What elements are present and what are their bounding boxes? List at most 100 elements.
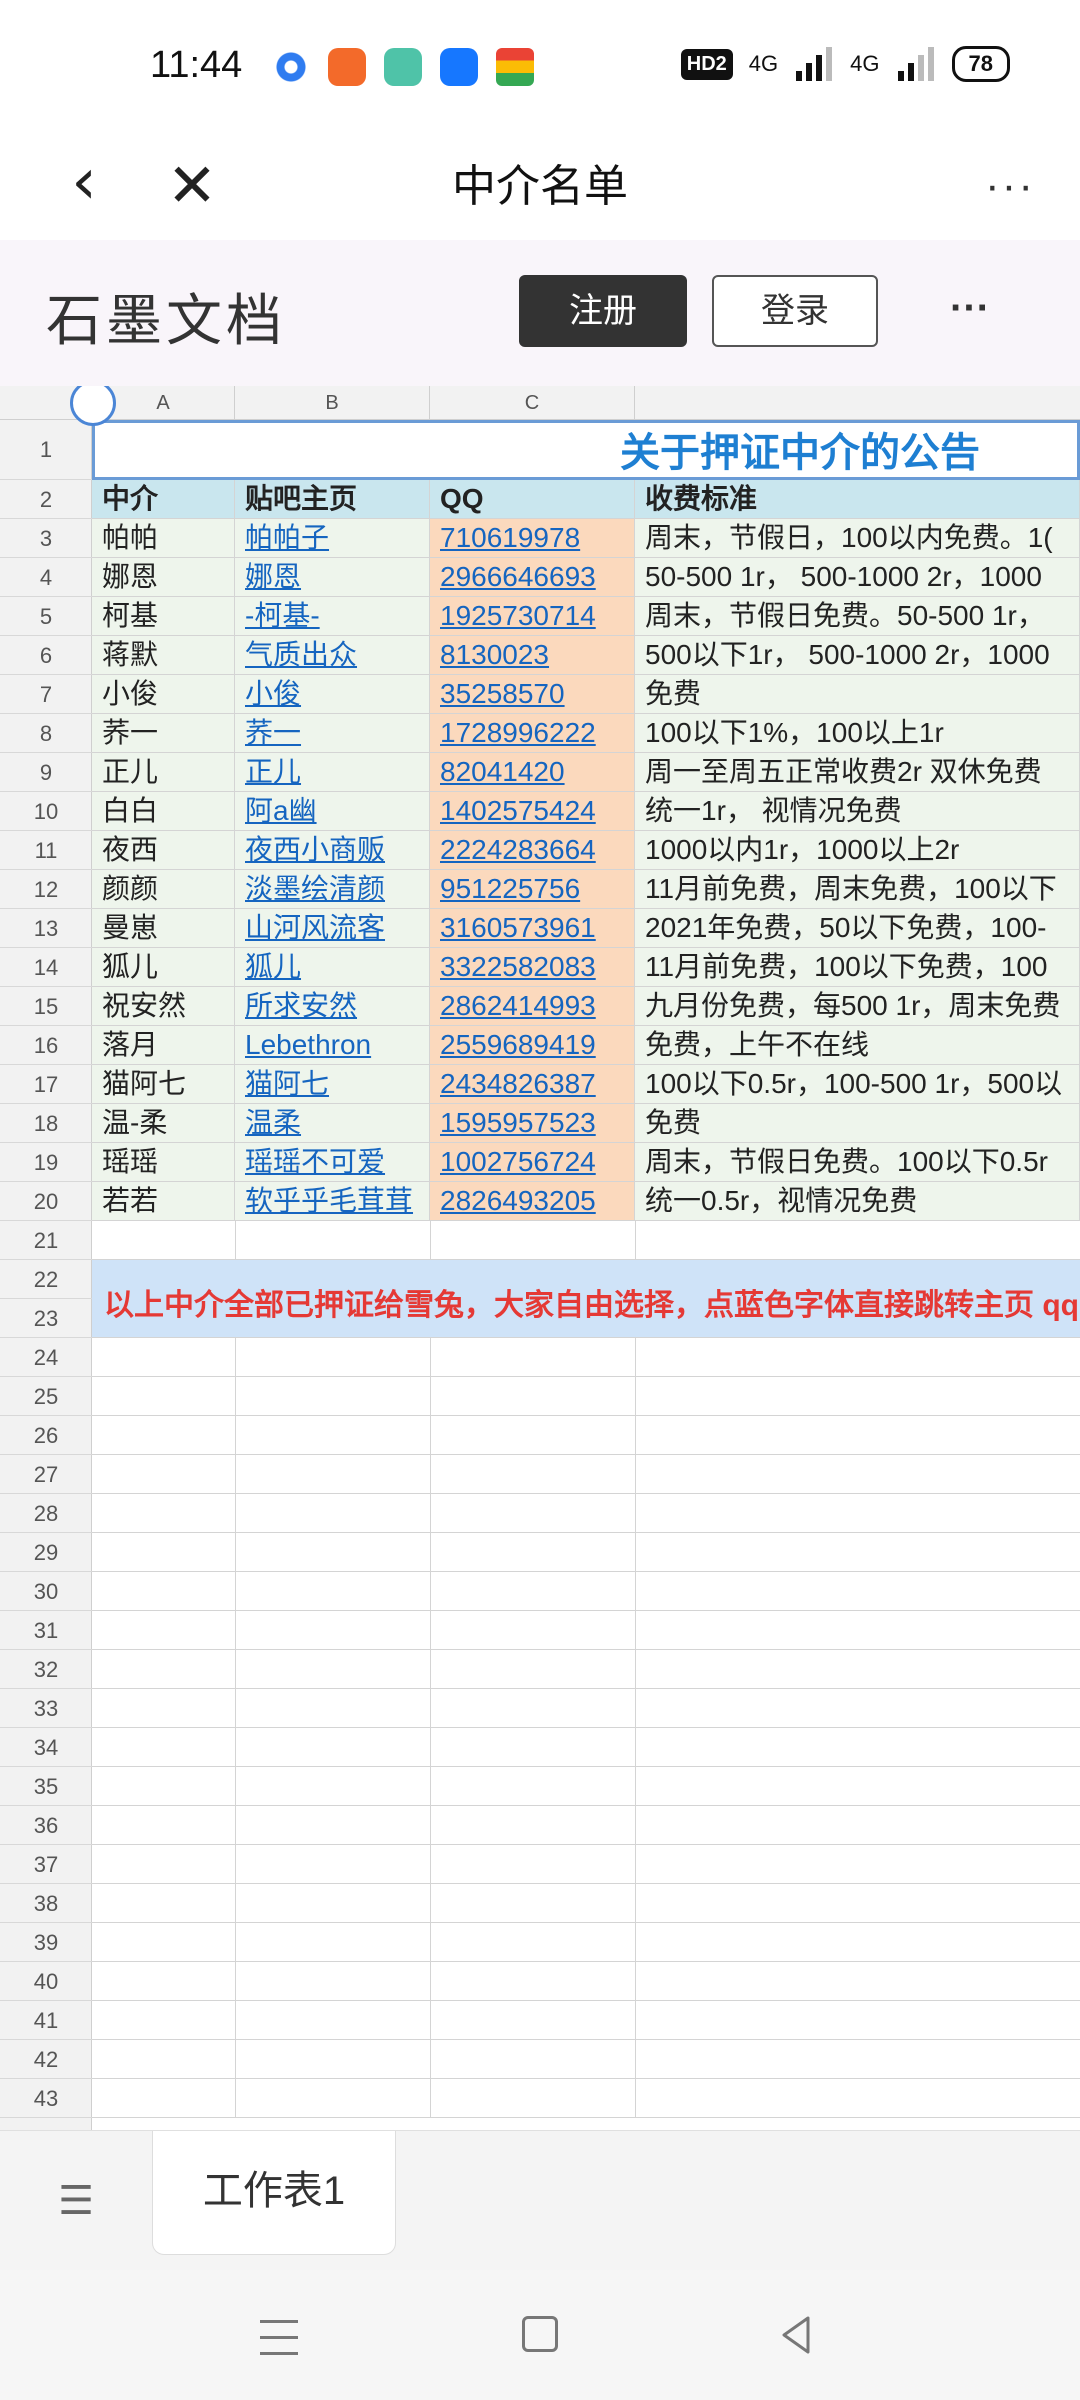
row-header[interactable]: 27 — [0, 1455, 92, 1494]
tieba-link[interactable]: 软乎乎毛茸茸 — [245, 1185, 413, 1216]
empty-row[interactable] — [92, 1650, 1080, 1689]
empty-row[interactable] — [92, 1338, 1080, 1377]
tieba-cell[interactable]: 猫阿七 — [235, 1065, 430, 1104]
tieba-link[interactable]: 瑶瑶不可爱 — [245, 1146, 385, 1177]
agent-name-cell[interactable]: 娜恩 — [92, 558, 235, 597]
qq-link[interactable]: 82041420 — [440, 756, 565, 787]
tieba-cell[interactable]: 荞一 — [235, 714, 430, 753]
tieba-link[interactable]: -柯基- — [245, 600, 320, 631]
qq-link[interactable]: 2826493205 — [440, 1185, 596, 1216]
tieba-cell[interactable]: 帕帕子 — [235, 519, 430, 558]
empty-row[interactable] — [92, 1806, 1080, 1845]
agent-name-cell[interactable]: 荞一 — [92, 714, 235, 753]
row-header[interactable]: 14 — [0, 948, 92, 987]
register-button[interactable]: 注册 — [519, 275, 687, 347]
qq-cell[interactable]: 1002756724 — [430, 1143, 635, 1182]
tieba-link[interactable]: 淡墨绘清颜 — [245, 873, 385, 904]
row-header[interactable]: 37 — [0, 1845, 92, 1884]
qq-link[interactable]: 951225756 — [440, 873, 580, 904]
row-header[interactable]: 30 — [0, 1572, 92, 1611]
qq-cell[interactable]: 1925730714 — [430, 597, 635, 636]
more-options-button[interactable]: ··· — [970, 146, 1050, 226]
agent-name-cell[interactable]: 夜西 — [92, 831, 235, 870]
fee-cell[interactable]: 2021年免费，50以下免费，100- — [635, 909, 1080, 948]
tieba-cell[interactable]: 娜恩 — [235, 558, 430, 597]
row-header[interactable]: 24 — [0, 1338, 92, 1377]
tieba-cell[interactable]: 正儿 — [235, 753, 430, 792]
row-header[interactable]: 7 — [0, 675, 92, 714]
qq-cell[interactable]: 2966646693 — [430, 558, 635, 597]
row-header[interactable]: 31 — [0, 1611, 92, 1650]
row-header[interactable]: 12 — [0, 870, 92, 909]
fee-cell[interactable]: 九月份免费，每500 1r，周末免费 — [635, 987, 1080, 1026]
qq-link[interactable]: 1925730714 — [440, 600, 596, 631]
row-header[interactable]: 35 — [0, 1767, 92, 1806]
empty-row[interactable] — [92, 1611, 1080, 1650]
tieba-cell[interactable]: 夜西小商贩 — [235, 831, 430, 870]
row-header[interactable]: 20 — [0, 1182, 92, 1221]
fee-cell[interactable]: 免费 — [635, 675, 1080, 714]
sheet-tab[interactable]: 工作表1 — [152, 2131, 396, 2255]
row-header[interactable]: 39 — [0, 1923, 92, 1962]
row-header[interactable]: 5 — [0, 597, 92, 636]
agent-name-cell[interactable]: 狐儿 — [92, 948, 235, 987]
fee-cell[interactable]: 11月前免费，100以下免费，100 — [635, 948, 1080, 987]
qq-cell[interactable]: 951225756 — [430, 870, 635, 909]
fee-cell[interactable]: 周末，节假日免费。100以下0.5r — [635, 1143, 1080, 1182]
agent-name-cell[interactable]: 正儿 — [92, 753, 235, 792]
row-header[interactable]: 23 — [0, 1299, 92, 1338]
qq-cell[interactable]: 8130023 — [430, 636, 635, 675]
empty-row[interactable] — [92, 1494, 1080, 1533]
qq-link[interactable]: 710619978 — [440, 522, 580, 553]
qq-link[interactable]: 2559689419 — [440, 1029, 596, 1060]
empty-row[interactable] — [92, 1455, 1080, 1494]
header-cell[interactable]: QQ — [430, 480, 635, 519]
row-header[interactable]: 28 — [0, 1494, 92, 1533]
empty-row[interactable] — [92, 1962, 1080, 2001]
spreadsheet[interactable]: A B C 1 2 3 4 5 6 7 8 9 10 11 12 13 14 15 16 17 18 19 20 21 2… — [0, 386, 1080, 2130]
qq-link[interactable]: 1002756724 — [440, 1146, 596, 1177]
qq-link[interactable]: 1728996222 — [440, 717, 596, 748]
agent-name-cell[interactable]: 帕帕 — [92, 519, 235, 558]
row-header[interactable]: 34 — [0, 1728, 92, 1767]
tieba-link[interactable]: 正儿 — [245, 756, 301, 787]
row-header[interactable]: 19 — [0, 1143, 92, 1182]
agent-name-cell[interactable]: 颜颜 — [92, 870, 235, 909]
agent-name-cell[interactable]: 祝安然 — [92, 987, 235, 1026]
empty-row[interactable] — [92, 1767, 1080, 1806]
qq-link[interactable]: 2224283664 — [440, 834, 596, 865]
qq-cell[interactable]: 3322582083 — [430, 948, 635, 987]
empty-row[interactable] — [92, 1533, 1080, 1572]
tieba-link[interactable]: 所求安然 — [245, 990, 357, 1021]
header-cell[interactable]: 中介 — [92, 480, 235, 519]
row-header[interactable]: 13 — [0, 909, 92, 948]
agent-name-cell[interactable]: 落月 — [92, 1026, 235, 1065]
empty-row[interactable] — [92, 1377, 1080, 1416]
qq-cell[interactable]: 1402575424 — [430, 792, 635, 831]
sheet-list-icon[interactable]: ☰ — [46, 2171, 106, 2231]
qq-cell[interactable]: 2559689419 — [430, 1026, 635, 1065]
row-header[interactable]: 8 — [0, 714, 92, 753]
tieba-cell[interactable]: 瑶瑶不可爱 — [235, 1143, 430, 1182]
row-header[interactable]: 17 — [0, 1065, 92, 1104]
tieba-cell[interactable]: -柯基- — [235, 597, 430, 636]
qq-link[interactable]: 1595957523 — [440, 1107, 596, 1138]
tieba-cell[interactable]: 淡墨绘清颜 — [235, 870, 430, 909]
empty-row[interactable] — [92, 1689, 1080, 1728]
qq-cell[interactable]: 2224283664 — [430, 831, 635, 870]
qq-cell[interactable]: 2862414993 — [430, 987, 635, 1026]
header-cell[interactable]: 贴吧主页 — [235, 480, 430, 519]
qq-cell[interactable]: 1595957523 — [430, 1104, 635, 1143]
row-header[interactable]: 1 — [0, 420, 92, 480]
fee-cell[interactable]: 周末，节假日，100以内免费。1( — [635, 519, 1080, 558]
tieba-link[interactable]: 夜西小商贩 — [245, 834, 385, 865]
row-header[interactable]: 22 — [0, 1260, 92, 1299]
column-header-d[interactable] — [635, 386, 1080, 420]
tieba-link[interactable]: 娜恩 — [245, 561, 301, 592]
row-header[interactable]: 40 — [0, 1962, 92, 2001]
row-header[interactable]: 29 — [0, 1533, 92, 1572]
qq-cell[interactable]: 82041420 — [430, 753, 635, 792]
row-header[interactable]: 18 — [0, 1104, 92, 1143]
agent-name-cell[interactable]: 若若 — [92, 1182, 235, 1221]
title-cell[interactable]: 关于押证中介的公告 — [92, 420, 1080, 480]
